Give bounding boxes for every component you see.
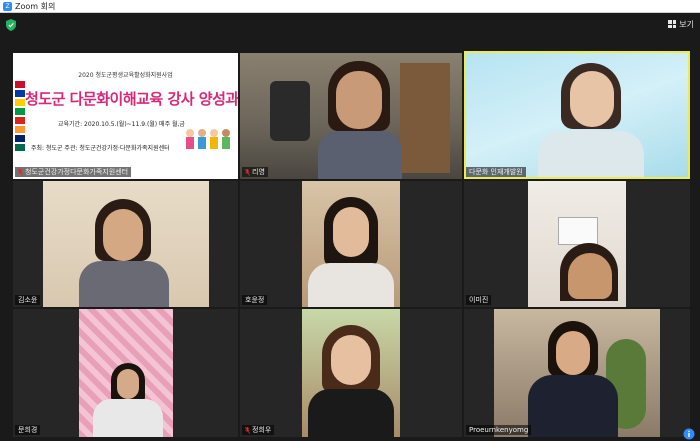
participant-tile[interactable]: 정희우 xyxy=(240,309,462,437)
view-button[interactable]: 보기 xyxy=(668,17,694,31)
participant-name-label: 호윤정 xyxy=(245,296,265,304)
participant-video xyxy=(466,53,688,177)
participant-video xyxy=(79,309,173,437)
participant-name: 정희우 xyxy=(242,425,275,435)
slide-period: 교육기간: 2020.10.5.(월)~11.9.(월) 매주 월,금 xyxy=(58,121,185,128)
participant-video xyxy=(240,53,462,179)
window-title: Zoom 회의 xyxy=(15,1,56,11)
participant-name: 청도군건강가정다문화가족지원센터 xyxy=(15,167,132,177)
zoom-window: Z Zoom 회의 보기 2020 청도군평생교육활성화지원사업 청도군 다문화… xyxy=(0,0,700,441)
participant-tile[interactable]: 2020 청도군평생교육활성화지원사업 청도군 다문화이해교육 강사 양성과정 … xyxy=(13,53,238,179)
participant-name-label: 정희우 xyxy=(252,426,272,434)
participant-name: 리영 xyxy=(242,167,268,177)
participant-name: 호윤정 xyxy=(242,295,268,305)
participant-name: 이미진 xyxy=(466,295,492,305)
participant-video xyxy=(528,181,626,307)
participant-name-label: 문희경 xyxy=(18,426,38,434)
slide-title: 청도군 다문화이해교육 강사 양성과정 xyxy=(25,90,238,108)
participant-tile[interactable]: Proeurnkenyomg xyxy=(464,309,690,437)
view-label: 보기 xyxy=(679,19,694,29)
encryption-shield-icon[interactable] xyxy=(6,19,16,31)
meeting-top-bar: 보기 xyxy=(0,13,700,37)
participant-name: 문희경 xyxy=(15,425,41,435)
muted-mic-icon xyxy=(18,168,23,176)
participant-tile[interactable]: 호윤정 xyxy=(240,181,462,307)
participant-tile[interactable]: 문희경 xyxy=(13,309,238,437)
participant-tile[interactable]: 리영 xyxy=(240,53,462,179)
participant-name-label: 다문화 인재개발원 xyxy=(469,168,523,176)
participant-name-label: Proeurnkenyomg xyxy=(469,426,529,434)
participant-tile-active-speaker[interactable]: 다문화 인재개발원 xyxy=(464,51,690,179)
participant-video xyxy=(43,181,209,307)
muted-mic-icon xyxy=(245,426,250,434)
participant-name-label: 김소윤 xyxy=(18,296,38,304)
title-bar: Z Zoom 회의 xyxy=(0,0,700,13)
participant-tile[interactable]: 김소윤 xyxy=(13,181,238,307)
flags-decoration xyxy=(15,81,25,153)
participant-name: 김소윤 xyxy=(15,295,41,305)
participant-name-label: 리영 xyxy=(252,168,265,176)
info-icon[interactable] xyxy=(682,428,696,440)
participant-name: 다문화 인재개발원 xyxy=(466,167,526,177)
slide-organizers: 주최: 청도군 주관: 청도군건강가정·다문화가족지원센터 xyxy=(31,145,170,152)
grid-view-icon xyxy=(668,20,677,28)
cartoon-people-decoration xyxy=(186,129,230,149)
participant-tile[interactable]: 이미진 xyxy=(464,181,690,307)
slide-subtitle: 2020 청도군평생교육활성화지원사업 xyxy=(78,72,173,79)
participant-name: Proeurnkenyomg xyxy=(466,425,532,435)
participant-video xyxy=(494,309,660,437)
participant-name-label: 청도군건강가정다문화가족지원센터 xyxy=(25,168,129,176)
muted-mic-icon xyxy=(245,168,250,176)
participant-video xyxy=(302,309,400,437)
participant-name-label: 이미진 xyxy=(469,296,489,304)
zoom-app-icon: Z xyxy=(3,1,12,11)
participant-video xyxy=(302,181,400,307)
